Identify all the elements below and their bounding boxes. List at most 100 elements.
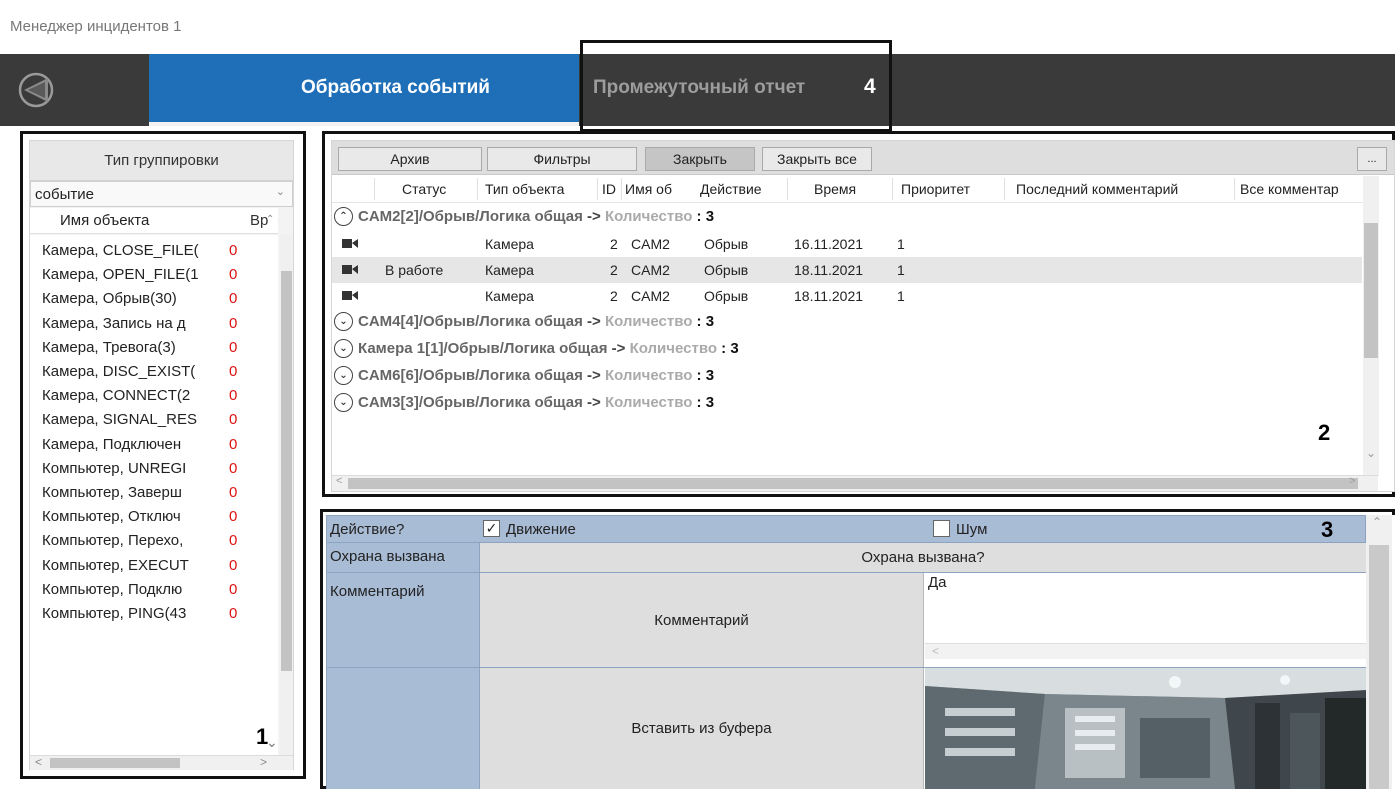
scroll-up-icon[interactable]: ⌃ bbox=[1372, 515, 1382, 529]
object-name: Камера, SIGNAL_RES bbox=[42, 411, 197, 429]
archive-button[interactable]: Архив bbox=[338, 147, 482, 171]
object-count: 0 bbox=[229, 605, 238, 622]
event-group-count: : 3 bbox=[696, 313, 715, 330]
scroll-left-icon[interactable]: < bbox=[336, 475, 342, 487]
expand-icon[interactable]: ⌄ bbox=[334, 393, 353, 412]
event-row[interactable]: В работе Камера 2 CAM2 Обрыв 18.11.2021 1 bbox=[332, 257, 1362, 283]
expand-icon[interactable]: ⌄ bbox=[334, 339, 353, 358]
events-table-header: Статус Тип объекта ID Имя об Действие Вр… bbox=[332, 176, 1378, 203]
event-group-row[interactable]: ⌄ Камера 1[1]/Обрыв/Логика общая -> Колич… bbox=[332, 336, 1362, 363]
column-header-status[interactable]: Статус bbox=[402, 181, 446, 197]
column-header-id[interactable]: ID bbox=[602, 181, 616, 197]
event-group-name: CAM3[3]/Обрыв/Логика общая bbox=[358, 394, 583, 411]
object-list-item[interactable]: Компьютер, Перехо, 0 bbox=[30, 529, 278, 553]
column-header-object-type[interactable]: Тип объекта bbox=[485, 181, 564, 197]
guard-called-button[interactable]: Охрана вызвана? bbox=[480, 543, 1366, 572]
event-object-name: CAM2 bbox=[631, 236, 670, 252]
event-group-count: : 3 bbox=[721, 340, 739, 357]
noise-checkbox[interactable] bbox=[933, 520, 950, 537]
close-button[interactable]: Закрыть bbox=[645, 147, 755, 171]
object-list-item[interactable]: Камера, Тревога(3) 0 bbox=[30, 336, 278, 360]
app-logo-icon bbox=[18, 72, 54, 108]
column-header-priority[interactable]: Приоритет bbox=[901, 181, 970, 197]
object-list-item[interactable]: Камера, CLOSE_FILE(0 bbox=[30, 239, 278, 263]
event-object-type: Камера bbox=[485, 262, 534, 278]
column-header-all-comments[interactable]: Все комментар bbox=[1240, 181, 1339, 197]
comment-textarea[interactable]: Да < bbox=[925, 573, 1366, 667]
scroll-up-icon[interactable]: ⌃ bbox=[266, 214, 274, 225]
event-group-row[interactable]: ⌄ CAM3[3]/Обрыв/Логика общая -> Количеств… bbox=[332, 390, 1362, 417]
object-list-item[interactable]: Компьютер, PING(43 0 bbox=[30, 602, 278, 626]
event-group-arrow: -> bbox=[587, 394, 601, 411]
column-header-name[interactable]: Имя об bbox=[625, 181, 672, 197]
expand-icon[interactable]: ⌄ bbox=[334, 366, 353, 385]
event-group-arrow: -> bbox=[611, 340, 626, 357]
filters-button[interactable]: Фильтры bbox=[487, 147, 637, 171]
action-label: Действие? bbox=[330, 521, 405, 538]
object-count: 0 bbox=[229, 411, 238, 429]
object-list-item[interactable]: Компьютер, UNREGI 0 bbox=[30, 457, 278, 481]
column-header-time[interactable]: Время bbox=[814, 181, 856, 197]
scroll-down-icon[interactable]: ⌄ bbox=[1366, 446, 1376, 460]
event-group-count: : 3 bbox=[696, 208, 715, 225]
object-list-item[interactable]: Камера, Обрыв(30) 0 bbox=[30, 287, 278, 311]
close-all-button[interactable]: Закрыть все bbox=[762, 147, 872, 171]
comment-button[interactable]: Комментарий bbox=[480, 573, 924, 667]
event-time: 16.11.2021 bbox=[794, 236, 864, 252]
object-list-item[interactable]: Компьютер, Заверш 0 bbox=[30, 481, 278, 505]
column-separator bbox=[1234, 178, 1235, 200]
object-list-item[interactable]: Камера, OPEN_FILE(1 0 bbox=[30, 263, 278, 287]
callout-number-3: 3 bbox=[1321, 517, 1334, 542]
object-list-item[interactable]: Камера, Запись на д 0 bbox=[30, 312, 278, 336]
event-object-name: CAM2 bbox=[631, 262, 670, 278]
tab-event-processing[interactable]: Обработка событий bbox=[149, 54, 579, 126]
more-button[interactable]: ... bbox=[1357, 147, 1387, 171]
object-list-item[interactable]: Камера, SIGNAL_RES 0 bbox=[30, 408, 278, 432]
object-count: 0 bbox=[229, 435, 238, 453]
event-group-row[interactable]: ⌄ CAM6[6]/Обрыв/Логика общая -> Количеств… bbox=[332, 363, 1362, 390]
column-header-last-comment[interactable]: Последний комментарий bbox=[1016, 181, 1178, 197]
events-vscroll-thumb[interactable] bbox=[1364, 223, 1378, 358]
event-group-name: CAM4[4]/Обрыв/Логика общая bbox=[358, 313, 583, 330]
event-row[interactable]: Камера 2 CAM2 Обрыв 18.11.2021 1 bbox=[332, 283, 1362, 309]
scroll-left-icon[interactable]: < bbox=[35, 755, 42, 769]
grouping-type-select[interactable]: событие ⌄ bbox=[30, 181, 293, 207]
event-group-row[interactable]: ⌃ CAM2[2]/Обрыв/Логика общая -> Количеств… bbox=[332, 204, 1362, 231]
object-list-item[interactable]: Камера, CONNECT(2 0 bbox=[30, 384, 278, 408]
object-list-item[interactable]: Компьютер, Отключ 0 bbox=[30, 505, 278, 529]
scroll-right-icon[interactable]: > bbox=[260, 755, 267, 769]
object-list-vscroll-thumb[interactable] bbox=[281, 271, 292, 671]
object-list-hscroll-thumb[interactable] bbox=[50, 758, 180, 768]
scroll-left-icon[interactable]: < bbox=[932, 644, 939, 658]
paste-from-clipboard-button[interactable]: Вставить из буфера bbox=[480, 668, 924, 789]
object-name: Компьютер, Перехо, bbox=[42, 532, 184, 550]
object-name: Камера, Тревога(3) bbox=[42, 338, 176, 356]
column-separator bbox=[787, 178, 788, 200]
detail-vscroll-thumb[interactable] bbox=[1369, 545, 1389, 789]
motion-checkbox[interactable]: ✓ bbox=[483, 520, 500, 537]
events-hscroll-thumb[interactable] bbox=[348, 478, 1358, 489]
comment-hscroll[interactable]: < bbox=[925, 643, 1366, 659]
column-header-object-name[interactable]: Имя объекта bbox=[60, 212, 149, 229]
object-name: Камера, CLOSE_FILE( bbox=[42, 242, 199, 259]
object-list-item[interactable]: Камера, DISC_EXIST(0 bbox=[30, 360, 278, 384]
expand-icon[interactable]: ⌄ bbox=[334, 312, 353, 331]
callout-number-2: 2 bbox=[1318, 420, 1331, 445]
event-group-count-label: Количество bbox=[604, 367, 693, 384]
scroll-right-icon[interactable]: > bbox=[1349, 475, 1355, 487]
collapse-icon[interactable]: ⌃ bbox=[334, 207, 353, 226]
object-list-item[interactable]: Компьютер, Подклю 0 bbox=[30, 578, 278, 602]
event-time: 18.11.2021 bbox=[794, 262, 864, 278]
events-table-body: ⌃ CAM2[2]/Обрыв/Логика общая -> Количеств… bbox=[332, 204, 1362, 474]
image-row-label bbox=[327, 668, 480, 789]
event-row[interactable]: Камера 2 CAM2 Обрыв 16.11.2021 1 bbox=[332, 231, 1362, 257]
column-header-action[interactable]: Действие bbox=[700, 181, 762, 197]
camera-snapshot-image bbox=[925, 668, 1367, 789]
comment-label: Комментарий bbox=[327, 573, 480, 667]
column-separator bbox=[477, 178, 478, 200]
object-list-item[interactable]: Компьютер, EXECUT 0 bbox=[30, 554, 278, 578]
event-group-row[interactable]: ⌄ CAM4[4]/Обрыв/Логика общая -> Количеств… bbox=[332, 309, 1362, 336]
event-priority: 1 bbox=[897, 262, 905, 278]
object-list-item[interactable]: Камера, Подключен 0 bbox=[30, 433, 278, 457]
object-count: 0 bbox=[229, 363, 238, 380]
